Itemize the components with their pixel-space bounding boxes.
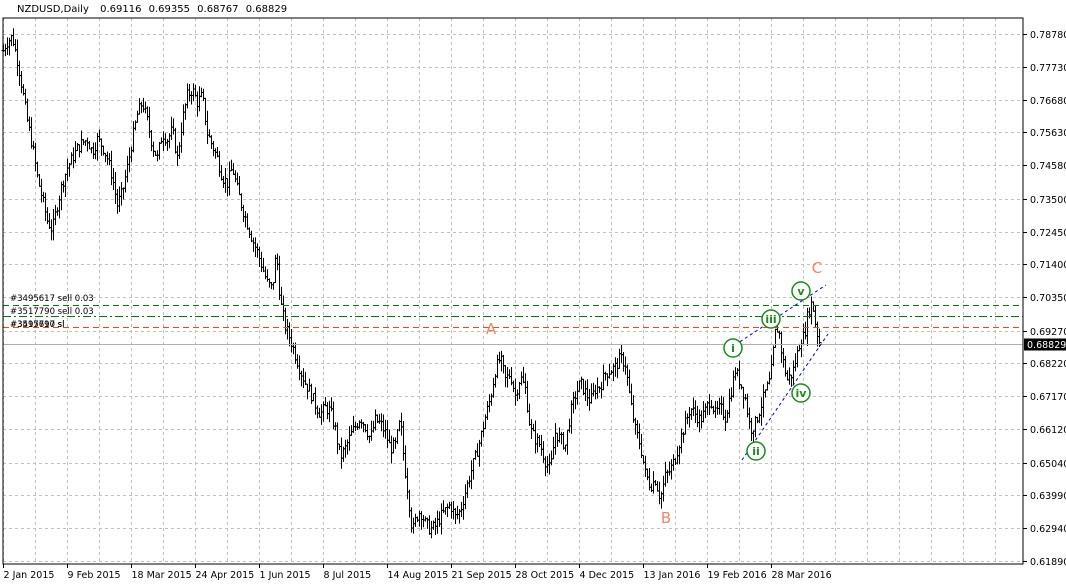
- y-tick-label: 0.77730: [1030, 63, 1066, 74]
- x-tick-label: 24 Apr 2015: [196, 570, 255, 581]
- y-tick-label: 0.61890: [1030, 557, 1066, 568]
- y-tick-label: 0.76680: [1030, 96, 1066, 107]
- x-tick-label: 4 Dec 2015: [580, 570, 635, 581]
- wave-circle-text: i: [731, 342, 735, 355]
- x-tick-label: 13 Jan 2016: [644, 570, 701, 581]
- trade-line-label: #3495617 sell 0.03: [10, 294, 94, 304]
- wave-label-b: B: [661, 509, 671, 527]
- wave-label-c: C: [812, 259, 822, 277]
- y-tick-label: 0.67170: [1030, 392, 1066, 403]
- wave-label-ii: ii: [746, 441, 766, 461]
- x-tick-label: 9 Feb 2015: [68, 570, 121, 581]
- x-tick-label: 14 Aug 2015: [388, 570, 449, 581]
- y-tick-label: 0.74580: [1030, 161, 1066, 172]
- y-tick-label: 0.72450: [1030, 228, 1066, 239]
- wave-circle-text: iv: [796, 387, 808, 400]
- x-tick-label: 19 Feb 2016: [708, 570, 767, 581]
- current-price-label: 0.68829: [1027, 340, 1066, 351]
- x-tick-label: 8 Jul 2015: [324, 570, 372, 581]
- y-tick-label: 0.78780: [1030, 30, 1066, 41]
- wave-label-v: v: [791, 281, 811, 301]
- x-tick-label: 21 Sep 2015: [452, 570, 512, 581]
- y-tick-label: 0.68220: [1030, 359, 1066, 370]
- plot-frame: [2, 17, 1024, 565]
- y-tick-label: 0.73500: [1030, 195, 1066, 206]
- x-tick-label: 28 Oct 2015: [516, 570, 575, 581]
- wave-label-iii: iii: [761, 309, 781, 329]
- y-tick-label: 0.70350: [1030, 293, 1066, 304]
- x-tick-label: 1 Jun 2015: [260, 570, 311, 581]
- wave-label-a: A: [486, 320, 497, 338]
- y-tick-label: 0.75630: [1030, 128, 1066, 139]
- y-tick-label: 0.62940: [1030, 524, 1066, 535]
- trade-line-label: #3517790 sell 0.03: [10, 307, 94, 317]
- y-tick-label: 0.66120: [1030, 425, 1066, 436]
- trade-line-label: #3495617 sl: [10, 320, 64, 330]
- y-tick-label: 0.65040: [1030, 459, 1066, 470]
- y-tick-label: 0.63990: [1030, 491, 1066, 502]
- axis-layer: 0.78780 0.77730 0.76680 0.75630 0.74580 0.735…: [2, 17, 1066, 581]
- price-chart[interactable]: 0.68829 #3495617 sell 0.03 #3517790 sell 0…: [0, 0, 1066, 585]
- x-tick-label: 2 Jan 2015: [4, 570, 55, 581]
- ohlc-bars: [1, 28, 822, 539]
- wave-circle-text: v: [797, 285, 805, 298]
- overlay-layer: 0.68829 #3495617 sell 0.03 #3517790 sell 0…: [3, 259, 1066, 527]
- wave-label-iv: iv: [791, 383, 811, 403]
- wave-circle-text: iii: [765, 313, 776, 326]
- x-tick-label: 18 Mar 2015: [132, 570, 192, 581]
- grid-layer: [3, 18, 1023, 564]
- wave-circle-text: ii: [752, 445, 760, 458]
- wave-label-i: i: [723, 338, 743, 358]
- x-tick-label: 28 Mar 2016: [772, 570, 832, 581]
- y-tick-label: 0.71400: [1030, 260, 1066, 271]
- y-tick-label: 0.69270: [1030, 327, 1066, 338]
- channel-upper-line: [734, 284, 827, 346]
